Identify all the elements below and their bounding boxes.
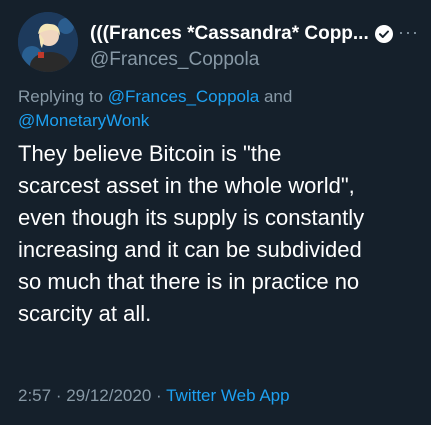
tweet-header: (((Frances *Cassandra* Copp... @Frances_…	[18, 12, 418, 74]
verified-badge-icon	[374, 25, 393, 43]
replying-joiner: and	[259, 87, 293, 106]
tweet-text-line: scarcest asset in the whole world",	[18, 173, 355, 198]
mention-monetarywonk[interactable]: @MonetaryWonk	[18, 111, 149, 130]
display-name-row: (((Frances *Cassandra* Copp...	[90, 22, 410, 46]
tweet-text-line: even though its supply is constantly	[18, 205, 365, 230]
tweet-time[interactable]: 2:57	[18, 386, 51, 405]
meta-separator: ·	[151, 386, 167, 405]
tweet-text-line: so much that there is in practice no	[18, 269, 360, 294]
replying-prefix: Replying to	[18, 87, 108, 106]
tweet-text-line: scarcity at all.	[18, 301, 152, 326]
tweet-source[interactable]: Twitter Web App	[166, 386, 289, 405]
meta-separator: ·	[51, 386, 67, 405]
tweet-metadata: 2:57 · 29/12/2020 · Twitter Web App	[18, 386, 290, 406]
more-options-icon[interactable]: ···	[398, 22, 419, 43]
author-names: (((Frances *Cassandra* Copp... @Frances_…	[90, 22, 410, 71]
mention-frances-coppola[interactable]: @Frances_Coppola	[108, 87, 259, 106]
tweet-text-line: They believe Bitcoin is "the	[18, 141, 282, 166]
tweet-text-line: increasing and it can be subdivided	[18, 237, 362, 262]
avatar[interactable]	[18, 12, 78, 72]
author-handle[interactable]: @Frances_Coppola	[90, 49, 410, 71]
tweet-date[interactable]: 29/12/2020	[66, 386, 151, 405]
replying-to: Replying to @Frances_Coppola and @Moneta…	[18, 85, 418, 133]
tweet-card: (((Frances *Cassandra* Copp... @Frances_…	[0, 0, 431, 425]
tweet-text: They believe Bitcoin is "the scarcest as…	[18, 138, 422, 330]
author-display-name[interactable]: (((Frances *Cassandra* Copp...	[90, 23, 369, 45]
